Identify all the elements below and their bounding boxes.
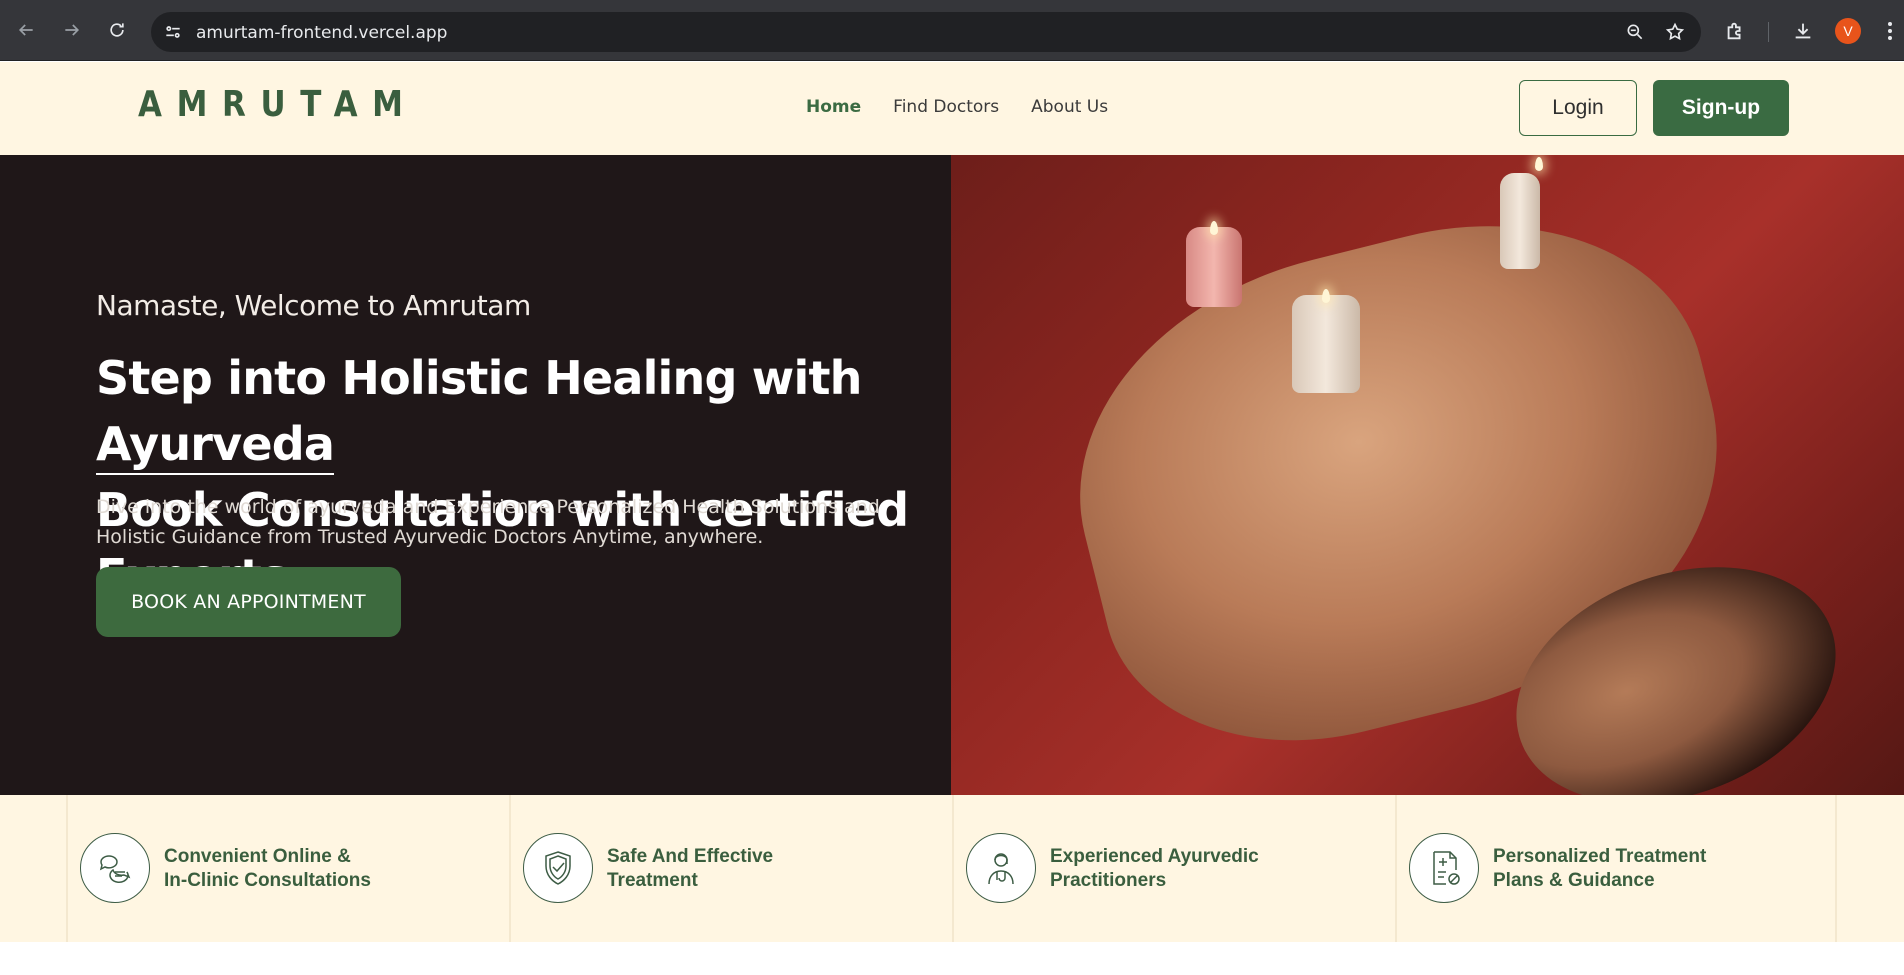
feature-label: Safe And Effective Treatment	[607, 846, 774, 891]
extensions-icon[interactable]	[1724, 20, 1746, 42]
candle-flame	[1322, 289, 1330, 303]
candle-flame	[1535, 157, 1543, 171]
login-button[interactable]: Login	[1519, 80, 1637, 136]
download-icon[interactable]	[1792, 20, 1814, 42]
signup-button[interactable]: Sign-up	[1653, 80, 1789, 136]
address-bar[interactable]: amurtam-frontend.vercel.app	[151, 12, 1701, 52]
prescription-icon	[1409, 833, 1479, 903]
toolbar-divider	[1768, 22, 1769, 42]
feature-item: Convenient Online & In-Clinic Consultati…	[66, 795, 509, 942]
site-header: AMRUTAM Home Find Doctors About Us Login…	[0, 62, 1904, 155]
back-icon[interactable]	[12, 16, 40, 44]
hero-section: Namaste, Welcome to Amrutam Step into Ho…	[0, 155, 1904, 795]
menu-icon[interactable]	[1886, 20, 1894, 42]
hero-image	[951, 155, 1904, 795]
reload-icon[interactable]	[103, 16, 131, 44]
star-icon[interactable]	[1665, 22, 1685, 42]
feature-item: Safe And Effective Treatment	[509, 795, 952, 942]
features-strip: Convenient Online & In-Clinic Consultati…	[0, 795, 1904, 942]
hero-greeting: Namaste, Welcome to Amrutam	[96, 289, 531, 322]
zoom-icon[interactable]	[1625, 22, 1645, 42]
chat-bubbles-icon	[80, 833, 150, 903]
url-text[interactable]: amurtam-frontend.vercel.app	[196, 23, 447, 43]
nav-home[interactable]: Home	[806, 97, 861, 117]
nav-find-doctors[interactable]: Find Doctors	[893, 97, 999, 117]
candle-flame	[1210, 221, 1218, 235]
site-info-icon[interactable]	[163, 22, 183, 42]
headline-highlight: Ayurveda	[96, 417, 335, 475]
browser-toolbar: amurtam-frontend.vercel.app V	[0, 0, 1904, 61]
headline-part1: Step into Holistic Healing with	[96, 351, 862, 405]
candle-graphic	[1186, 227, 1242, 307]
main-nav: Home Find Doctors About Us	[806, 97, 1108, 117]
hero-subtext: Dive into the world of ayurveda and Expe…	[96, 496, 880, 548]
feature-item: Experienced Ayurvedic Practitioners	[952, 795, 1395, 942]
feature-item: Personalized Treatment Plans & Guidance	[1395, 795, 1837, 942]
shield-check-icon	[523, 833, 593, 903]
forward-icon[interactable]	[58, 16, 86, 44]
feature-label: Experienced Ayurvedic Practitioners	[1050, 846, 1259, 891]
book-appointment-button[interactable]: BOOK AN APPOINTMENT	[96, 567, 401, 637]
brand-logo[interactable]: AMRUTAM	[138, 84, 418, 125]
candle-graphic	[1292, 295, 1360, 393]
nav-about-us[interactable]: About Us	[1031, 97, 1108, 117]
profile-avatar[interactable]: V	[1835, 18, 1861, 44]
doctor-icon	[966, 833, 1036, 903]
candle-graphic	[1500, 173, 1540, 269]
feature-label: Personalized Treatment Plans & Guidance	[1493, 846, 1707, 891]
feature-label: Convenient Online & In-Clinic Consultati…	[164, 846, 371, 891]
